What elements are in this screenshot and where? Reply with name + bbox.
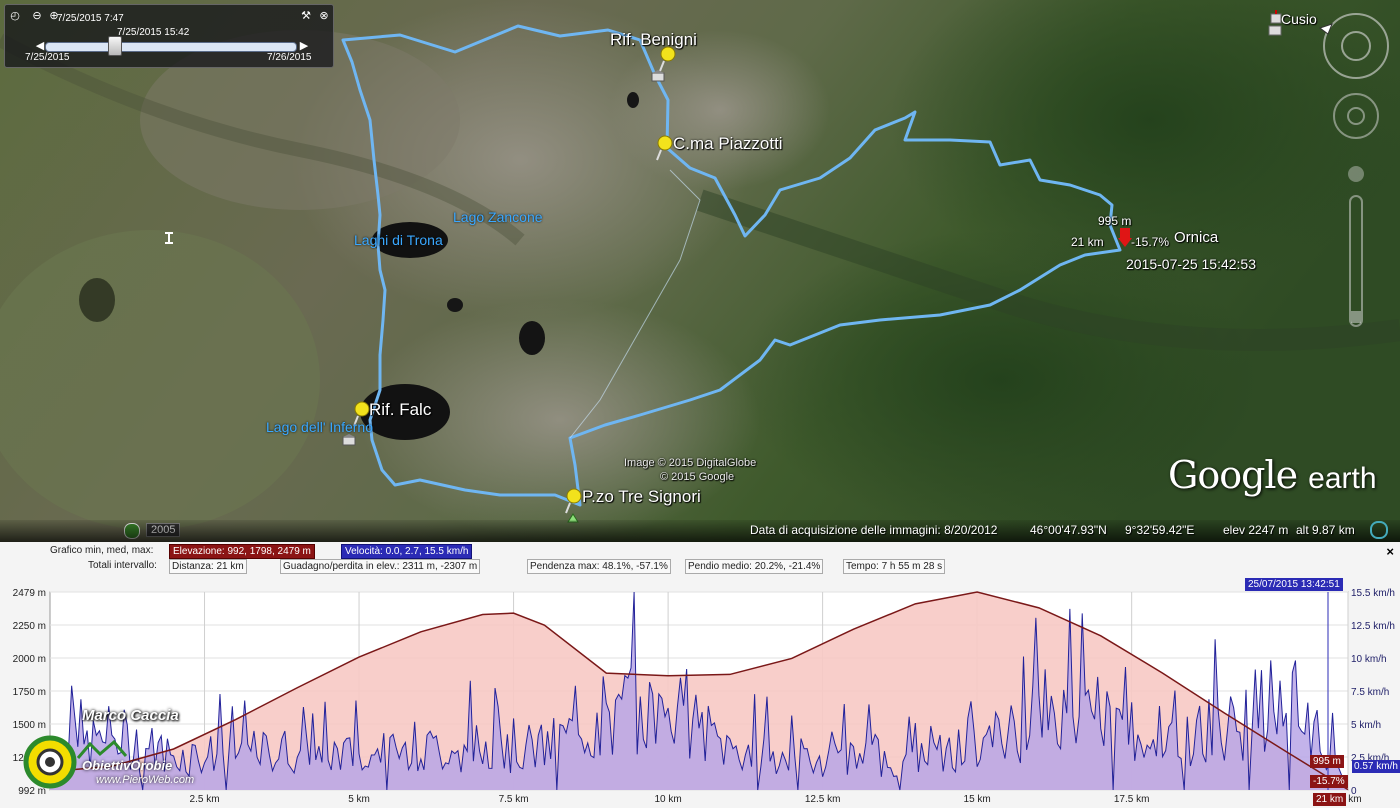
y-right-tick-label: 12.5 km/h: [1351, 621, 1395, 632]
hut-icon: [342, 434, 356, 446]
move-joystick[interactable]: [1333, 93, 1379, 139]
x-tick-label: 15 km: [964, 794, 991, 805]
navigation-controls[interactable]: [1320, 6, 1392, 336]
north-arrow-icon[interactable]: [1318, 20, 1334, 36]
y-left-tick-label: 2000 m: [13, 654, 46, 665]
zoom-slider[interactable]: [1349, 195, 1363, 327]
y-right-tick-label: 10 km/h: [1351, 654, 1387, 665]
cursor-slope: -15.7%: [1131, 235, 1170, 249]
clock-icon[interactable]: ◴: [8, 9, 22, 23]
y-right-tick-label: 5 km/h: [1351, 720, 1381, 731]
status-indicator-icon: [1370, 521, 1388, 539]
waypoint-icon: [165, 232, 173, 244]
close-icon[interactable]: ⊗: [317, 9, 331, 23]
cursor-elevation-badge: 995 m: [1310, 755, 1344, 768]
lake-label-inferno[interactable]: Lago dell' Inferno: [266, 419, 373, 435]
time-slider-thumb[interactable]: [108, 36, 122, 56]
cursor-time-badge: 25/07/2015 13:42:51: [1245, 578, 1343, 591]
lake-label-zancone[interactable]: Lago Zancone: [453, 209, 543, 225]
y-left-tick-label: 1750 m: [13, 687, 46, 698]
time-start-label: 7/25/2015: [25, 52, 70, 63]
longitude: 9°32'59.42"E: [1125, 523, 1195, 537]
y-left-tick-label: 2479 m: [13, 588, 46, 599]
street-view-icon[interactable]: [1348, 166, 1364, 182]
time-slider-track[interactable]: [45, 42, 297, 52]
time-end-label: 7/26/2015: [267, 52, 312, 63]
elevation-readout: elev 2247 m: [1223, 523, 1289, 537]
hut-icon: [651, 70, 665, 82]
acquisition-date: Data di acquisizione delle immagini: 8/2…: [750, 523, 998, 537]
y-right-tick-label: 15.5 km/h: [1351, 588, 1395, 599]
zoom-out-time-icon[interactable]: ⊖: [30, 9, 44, 23]
place-label-pzo-tre-signori[interactable]: P.zo Tre Signori: [582, 487, 701, 507]
cursor-speed-badge: 0.57 km/h: [1352, 760, 1400, 773]
x-tick-label: 2.5 km: [190, 794, 220, 805]
cursor-timestamp: 2015-07-25 15:42:53: [1126, 256, 1256, 272]
author-watermark: Marco Caccia: [82, 707, 179, 724]
cursor-distance: 21 km: [1071, 235, 1104, 249]
place-label-cma-piazzotti[interactable]: C.ma Piazzotti: [673, 134, 783, 154]
google-earth-logo: Google earth: [1168, 453, 1377, 497]
lake-label-trona[interactable]: Laghi di Trona: [354, 232, 443, 248]
imagery-credit: Image © 2015 DigitalGlobe: [624, 457, 757, 469]
cursor-elevation: 995 m: [1098, 214, 1132, 228]
google-credit: © 2015 Google: [660, 471, 735, 483]
place-label-rif-falc[interactable]: Rif. Falc: [369, 400, 431, 420]
site-watermark: www.PieroWeb.com: [96, 774, 195, 786]
x-tick-label: 12.5 km: [805, 794, 841, 805]
time-slider-panel: ◴ ⊖ ⊕ 7/25/2015 7:47 ⚒ ⊗ 7/25/2015 15:42…: [4, 4, 334, 68]
map-view[interactable]: Rif. Benigni C.ma Piazzotti Ornica Rif. …: [0, 0, 1400, 542]
building-icon: [1268, 25, 1282, 36]
cursor-distance-badge: 21 km: [1313, 793, 1347, 806]
step-forward-icon[interactable]: ▶: [297, 39, 311, 53]
x-tick-label: 5 km: [348, 794, 370, 805]
latitude: 46°00'47.93"N: [1030, 523, 1107, 537]
current-time-label: 7/25/2015 7:47: [57, 13, 124, 24]
x-tick-label: 10 km: [654, 794, 681, 805]
x-tick-label: 17.5 km: [1114, 794, 1150, 805]
wrench-icon[interactable]: ⚒: [299, 9, 313, 23]
status-bar: Data di acquisizione delle immagini: 8/2…: [0, 520, 1400, 542]
place-label-cusio[interactable]: Cusio: [1281, 11, 1317, 27]
thumb-time-label: 7/25/2015 15:42: [117, 27, 190, 38]
y-left-tick-label: 2250 m: [13, 621, 46, 632]
x-tick-label: 7.5 km: [499, 794, 529, 805]
cursor-slope-badge: -15.7%: [1310, 775, 1348, 788]
brand-watermark: ObiettivOrobie: [82, 758, 173, 773]
place-label-rif-benigni[interactable]: Rif. Benigni: [610, 30, 697, 50]
altitude-readout: alt 9.87 km: [1296, 523, 1355, 537]
place-label-ornica[interactable]: Ornica: [1174, 229, 1218, 246]
y-right-tick-label: 7.5 km/h: [1351, 687, 1389, 698]
